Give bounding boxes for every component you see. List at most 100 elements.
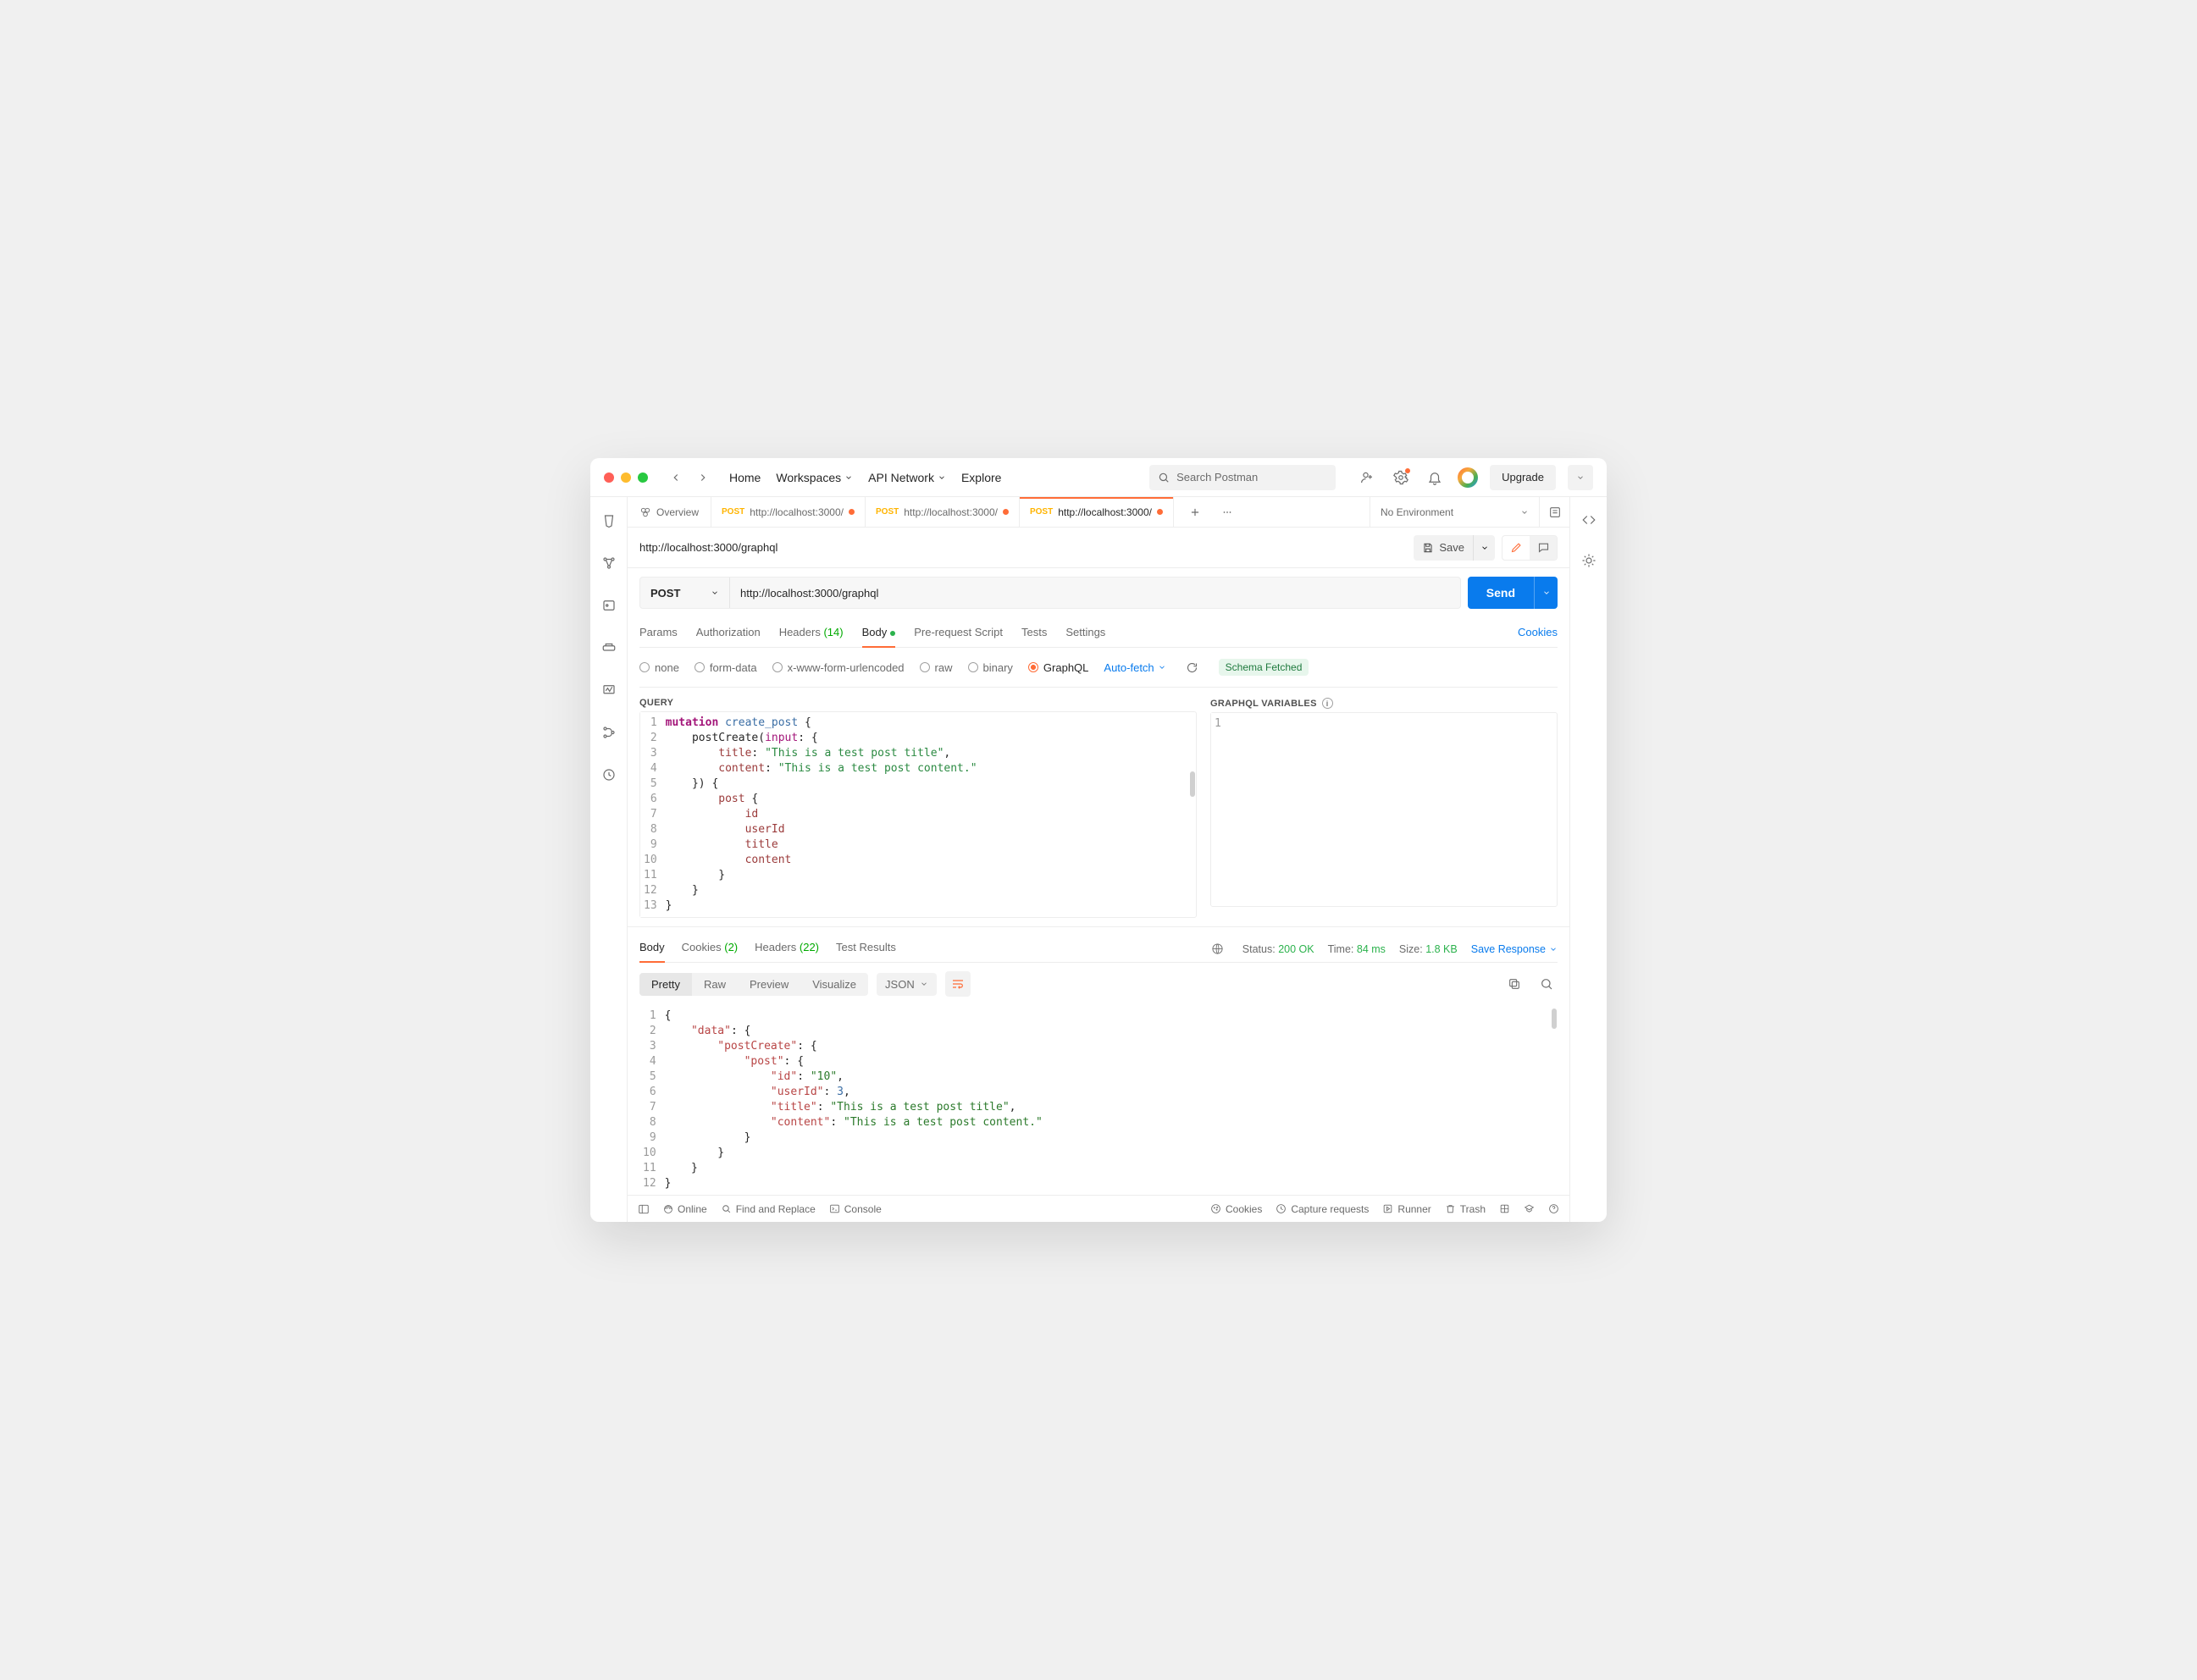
mock-servers-icon[interactable] (597, 636, 621, 660)
refresh-schema-button[interactable] (1182, 656, 1204, 678)
url-input[interactable]: http://localhost:3000/graphql (730, 578, 1460, 608)
view-pretty[interactable]: Pretty (639, 973, 692, 996)
tab-utilities (1174, 497, 1248, 527)
global-search[interactable]: Search Postman (1149, 465, 1336, 490)
account-avatar[interactable] (1458, 467, 1478, 488)
tab-params[interactable]: Params (639, 621, 678, 647)
format-selector[interactable]: JSON (877, 973, 937, 996)
query-editor[interactable]: 12345678910111213 mutation create_post {… (639, 711, 1197, 918)
view-visualize[interactable]: Visualize (800, 973, 868, 996)
zoom-window-button[interactable] (638, 472, 648, 483)
api-network-label: API Network (868, 471, 934, 484)
tab-authorization[interactable]: Authorization (696, 621, 761, 647)
network-icon[interactable] (1207, 938, 1229, 960)
footer-cookies[interactable]: Cookies (1210, 1203, 1262, 1215)
resp-tab-tests[interactable]: Test Results (836, 936, 896, 962)
save-button[interactable]: Save (1414, 535, 1473, 561)
footer-trash[interactable]: Trash (1445, 1203, 1486, 1215)
view-raw[interactable]: Raw (692, 973, 738, 996)
view-preview[interactable]: Preview (738, 973, 800, 996)
find-replace[interactable]: Find and Replace (721, 1203, 816, 1215)
tab-method: POST (1030, 507, 1053, 517)
footer-bootcamp[interactable] (1524, 1203, 1535, 1214)
invite-button[interactable] (1356, 467, 1378, 489)
environment-quicklook[interactable] (1539, 497, 1569, 527)
minimize-window-button[interactable] (621, 472, 631, 483)
history-icon[interactable] (597, 763, 621, 787)
notifications-button[interactable] (1424, 467, 1446, 489)
resp-tab-cookies[interactable]: Cookies (2) (682, 936, 738, 962)
footer-runner[interactable]: Runner (1382, 1203, 1431, 1215)
tab-options-button[interactable] (1216, 501, 1238, 523)
close-window-button[interactable] (604, 472, 614, 483)
settings-button[interactable] (1390, 467, 1412, 489)
resp-tab-body[interactable]: Body (639, 936, 665, 962)
variables-editor[interactable]: 1 (1210, 712, 1558, 907)
search-response-button[interactable] (1536, 973, 1558, 995)
footer-capture[interactable]: Capture requests (1276, 1203, 1369, 1215)
footer-layout[interactable] (1499, 1203, 1510, 1214)
request-tab[interactable]: POSThttp://localhost:3000/ (1020, 497, 1174, 527)
app-window: Home Workspaces API Network Explore Sear… (590, 458, 1607, 1222)
workspaces-label: Workspaces (776, 471, 841, 484)
resp-tab-headers[interactable]: Headers (22) (755, 936, 819, 962)
tab-tests[interactable]: Tests (1021, 621, 1047, 647)
explore-link[interactable]: Explore (961, 471, 1001, 484)
tab-body[interactable]: Body (862, 621, 896, 647)
autofetch-toggle[interactable]: Auto-fetch (1104, 661, 1165, 674)
comments-button[interactable] (1530, 536, 1557, 560)
method-selector[interactable]: POST (640, 578, 730, 608)
method-label: POST (650, 587, 680, 600)
overview-tab[interactable]: Overview (628, 497, 711, 527)
apis-icon[interactable] (597, 551, 621, 575)
body-formdata[interactable]: form-data (695, 661, 757, 674)
cookies-link[interactable]: Cookies (1518, 621, 1558, 647)
response-body[interactable]: 123456789101112 { "data": { "postCreate"… (639, 1005, 1558, 1195)
home-link[interactable]: Home (729, 471, 761, 484)
body-indicator (890, 631, 895, 636)
body-raw[interactable]: raw (920, 661, 953, 674)
environment-selector[interactable]: No Environment (1370, 497, 1539, 527)
request-builder: POST http://localhost:3000/graphql Send … (628, 568, 1569, 926)
send-button[interactable]: Send (1468, 577, 1534, 609)
body-none[interactable]: none (639, 661, 679, 674)
upgrade-caret[interactable] (1568, 465, 1593, 490)
footer-help[interactable] (1548, 1203, 1559, 1214)
body-xform[interactable]: x-www-form-urlencoded (772, 661, 905, 674)
body-graphql[interactable]: GraphQL (1028, 661, 1088, 674)
tab-settings[interactable]: Settings (1065, 621, 1105, 647)
postbot-button[interactable] (1578, 550, 1600, 572)
upgrade-button[interactable]: Upgrade (1490, 465, 1556, 490)
nav-back-button[interactable] (667, 468, 685, 487)
info-icon[interactable]: i (1322, 698, 1333, 709)
api-network-menu[interactable]: API Network (868, 471, 946, 484)
url-row: POST http://localhost:3000/graphql Send (639, 577, 1558, 609)
monitors-icon[interactable] (597, 678, 621, 702)
edit-button[interactable] (1502, 536, 1530, 560)
workspaces-menu[interactable]: Workspaces (776, 471, 853, 484)
request-tab[interactable]: POSThttp://localhost:3000/ (866, 497, 1020, 527)
tab-prerequest[interactable]: Pre-request Script (914, 621, 1003, 647)
send-caret[interactable] (1534, 577, 1558, 609)
scrollbar-thumb[interactable] (1190, 771, 1195, 797)
top-toolbar-right: Upgrade (1356, 465, 1593, 490)
flows-icon[interactable] (597, 721, 621, 744)
save-response-button[interactable]: Save Response (1471, 943, 1558, 955)
request-tab[interactable]: POSThttp://localhost:3000/ (711, 497, 866, 527)
scrollbar-thumb[interactable] (1552, 1009, 1557, 1029)
online-status[interactable]: Online (663, 1203, 707, 1215)
console-toggle[interactable]: Console (829, 1203, 882, 1215)
save-caret[interactable] (1473, 535, 1495, 561)
nav-forward-button[interactable] (694, 468, 712, 487)
new-tab-button[interactable] (1184, 501, 1206, 523)
tab-headers[interactable]: Headers (14) (779, 621, 844, 647)
collections-icon[interactable] (597, 509, 621, 533)
response-pane: Body Cookies (2) Headers (22) Test Resul… (628, 926, 1569, 1195)
environments-icon[interactable] (597, 594, 621, 617)
body-binary[interactable]: binary (968, 661, 1013, 674)
sidebar-toggle[interactable] (638, 1203, 650, 1215)
response-meta: Status: 200 OK Time: 84 ms Size: 1.8 KB … (1207, 938, 1558, 960)
code-snippet-button[interactable] (1578, 509, 1600, 531)
wrap-lines-button[interactable] (945, 971, 971, 997)
copy-response-button[interactable] (1503, 973, 1525, 995)
